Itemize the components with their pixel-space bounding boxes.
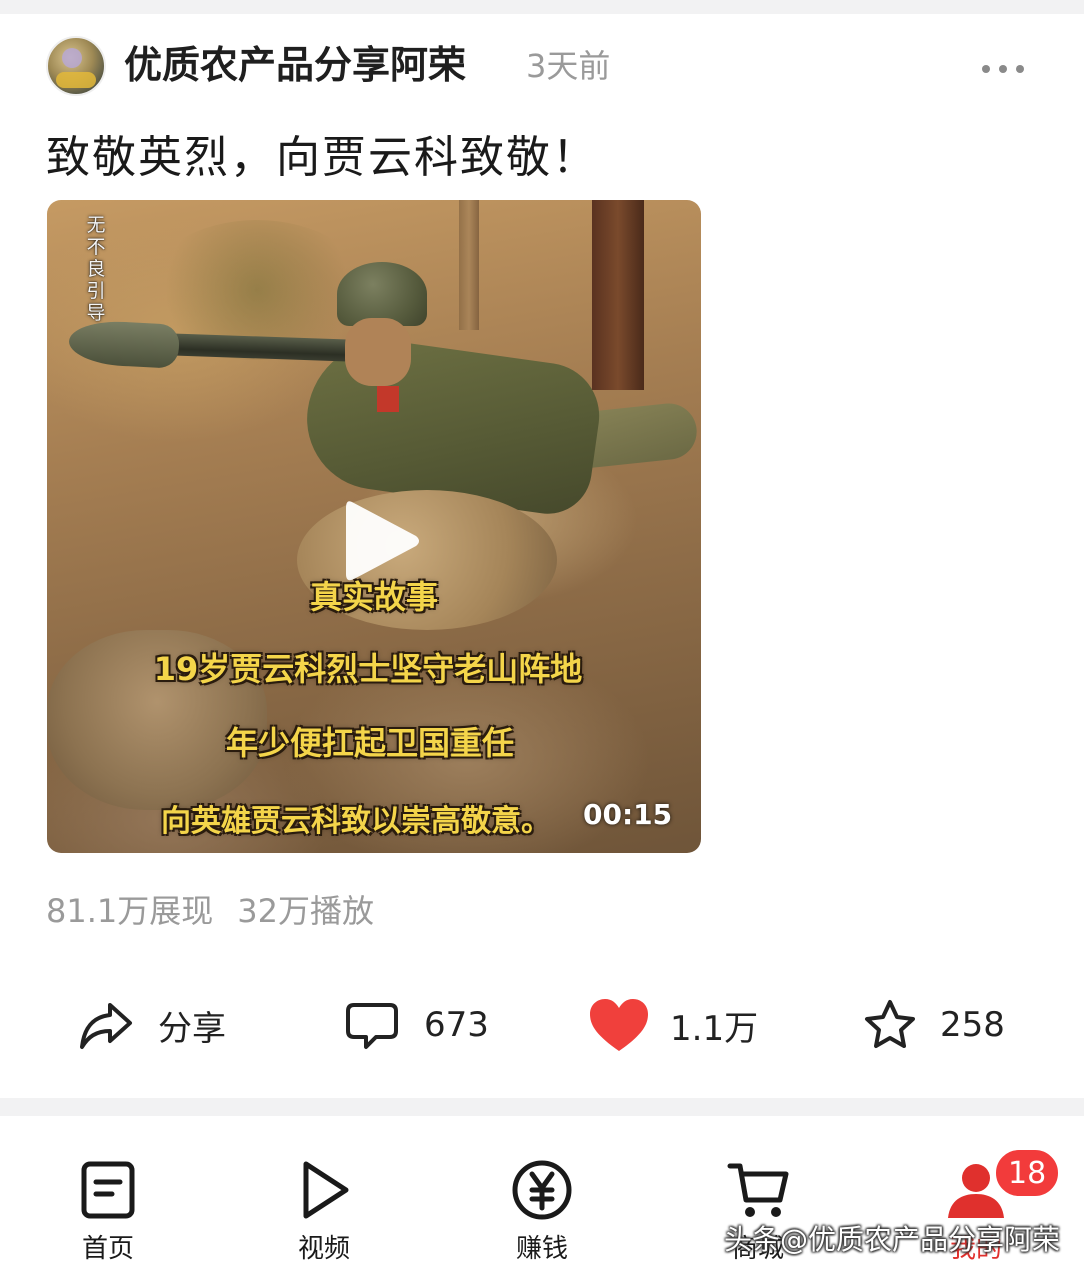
action-bar: 分享 673 1.1万 258 [0,990,1084,1060]
avatar-detail [62,48,82,68]
author-avatar[interactable] [46,36,106,96]
home-doc-icon [81,1161,135,1219]
author-name[interactable]: 优质农产品分享阿荣 [124,40,466,90]
play-outline-icon [303,1161,349,1219]
video-thumbnail[interactable]: 无不良引导 真实故事 19岁贾云科烈士坚守老山阵地 年少便扛起卫国重任 向英雄贾… [47,200,701,853]
impressions-count: 81.1万展现 [46,892,214,930]
tab-label: 首页 [81,1234,134,1264]
video-caption: 真实故事 [309,578,438,616]
like-count: 1.1万 [670,1008,759,1049]
watermark: 头条@优质农产品分享阿荣 [724,1223,1061,1256]
favorite-button[interactable]: 258 [862,990,1005,1060]
tab-label: 赚钱 [515,1234,568,1264]
top-divider [0,0,1084,14]
notification-badge: 18 [994,1148,1061,1198]
heart-icon [590,999,648,1051]
comment-button[interactable]: 673 [344,990,489,1060]
post-time: 3天前 [526,47,611,85]
comment-count: 673 [424,1005,489,1045]
star-icon [865,1000,915,1048]
like-button[interactable]: 1.1万 [588,990,758,1060]
more-options-icon[interactable] [982,62,1024,76]
tab-label: 视频 [297,1234,350,1264]
post-stats: 81.1万展现 32万播放 [46,890,374,932]
video-duration: 00:15 [583,798,673,831]
avatar-detail [56,72,96,88]
video-caption: 年少便扛起卫国重任 [225,724,514,762]
cart-icon [727,1163,789,1217]
post-title[interactable]: 致敬英烈，向贾云科致敬！ [46,128,598,188]
share-button[interactable]: 分享 [78,990,226,1060]
plays-count: 32万播放 [237,892,374,930]
share-label: 分享 [158,1008,226,1049]
comment-icon [346,1003,398,1049]
favorite-count: 258 [940,1005,1005,1045]
yuan-coin-icon [512,1160,572,1220]
share-icon [80,1003,132,1049]
tab-home[interactable]: 首页 [48,1158,168,1268]
tab-earn[interactable]: 赚钱 [482,1158,602,1268]
video-caption: 19岁贾云科烈士坚守老山阵地 [153,650,583,688]
tab-video[interactable]: 视频 [264,1158,384,1268]
video-side-tag: 无不良引导 [86,214,106,324]
